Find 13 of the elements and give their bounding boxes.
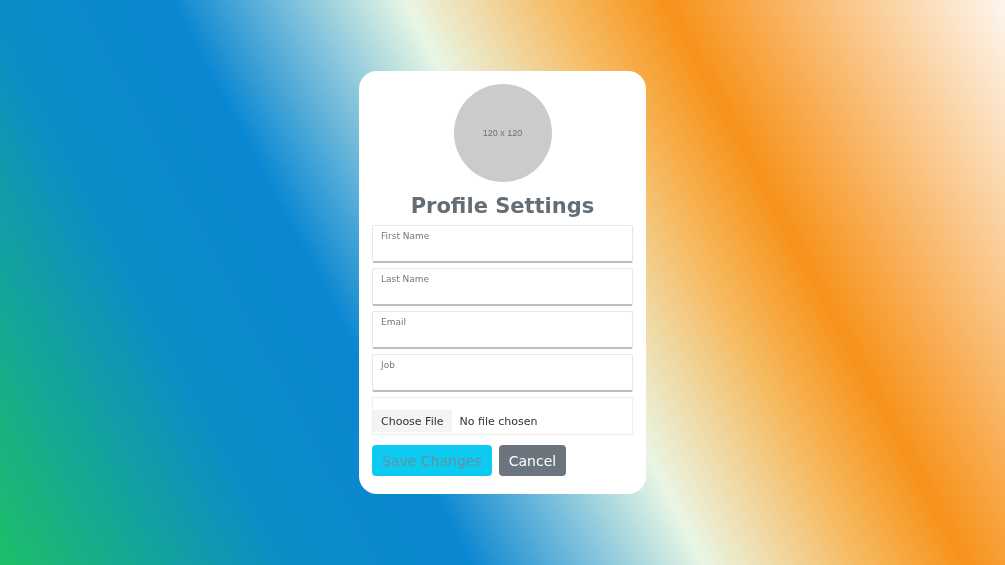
field-label: First Name <box>381 231 430 241</box>
field-label: Job <box>381 360 395 370</box>
input-field[interactable]: Email <box>372 311 633 349</box>
field-label: Email <box>381 317 406 327</box>
input-field[interactable]: Last Name <box>372 268 633 306</box>
choose-file-button[interactable]: Choose File <box>373 410 452 432</box>
input-field[interactable]: First Name <box>372 225 633 263</box>
page-title: Profile Settings <box>409 193 596 219</box>
field-label: Last Name <box>381 274 430 284</box>
cancel-button[interactable]: Cancel <box>498 445 567 476</box>
input-field[interactable]: Job <box>372 354 633 392</box>
avatar-size-label: 120 x 120 <box>482 128 523 138</box>
file-status: No file chosen <box>459 415 538 428</box>
